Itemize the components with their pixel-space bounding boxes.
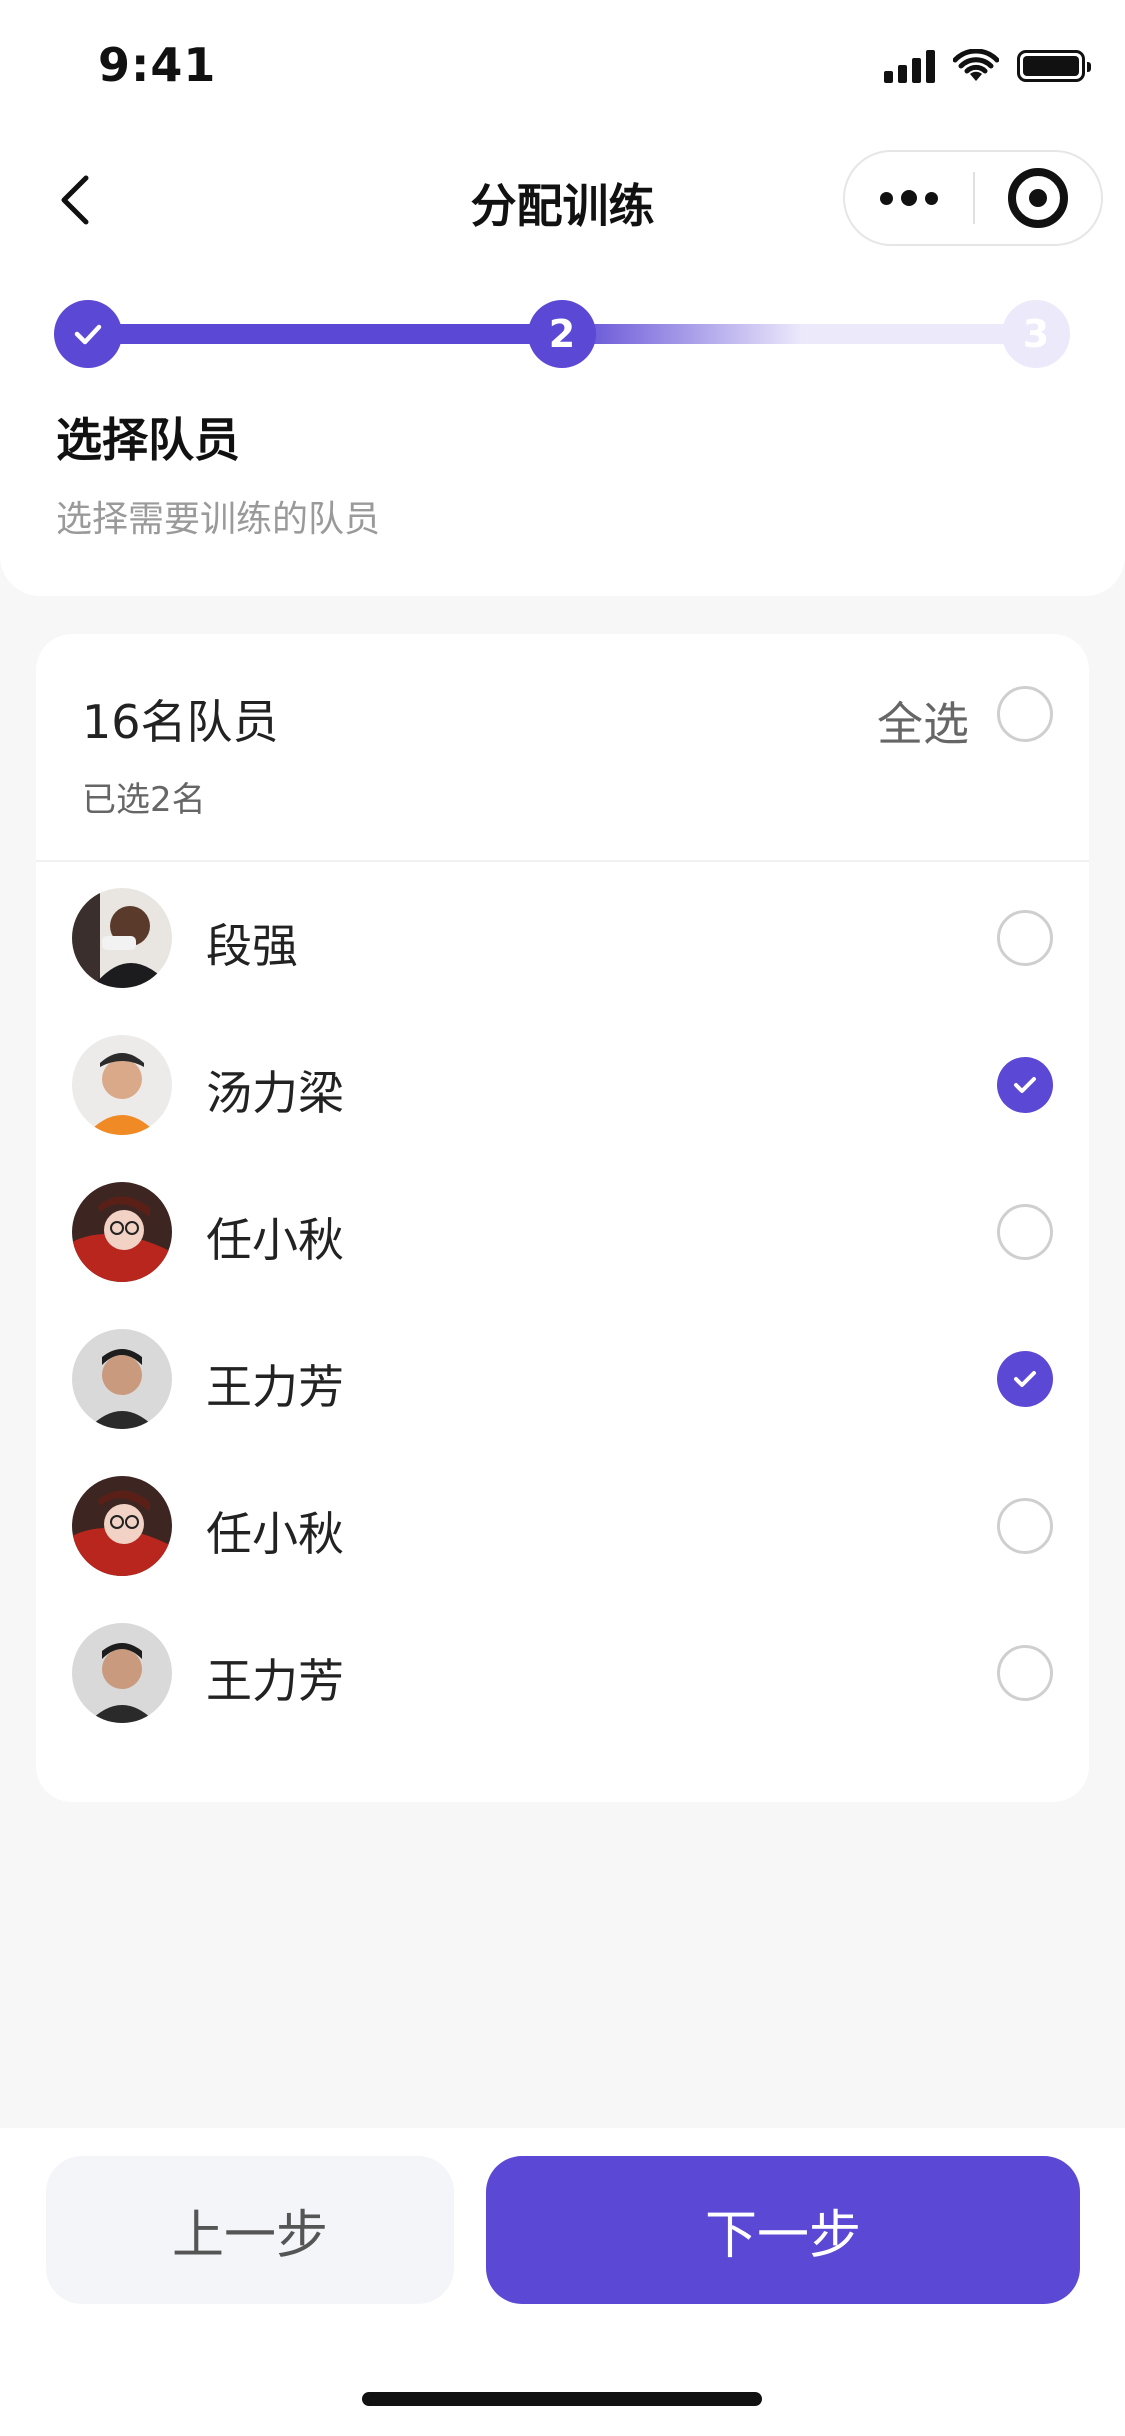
section-title: 选择队员 xyxy=(56,413,240,467)
step-2-current: 2 xyxy=(528,300,596,368)
team-count: 16名队员 xyxy=(82,695,279,749)
next-step-button[interactable]: 下一步 xyxy=(486,2156,1080,2304)
step-track-fill xyxy=(88,324,562,344)
member-row[interactable]: 任小秋 xyxy=(36,1450,1089,1597)
member-name: 任小秋 xyxy=(206,1507,344,1561)
step-track-gradient xyxy=(562,324,802,344)
wifi-icon xyxy=(953,49,999,81)
member-card: 16名队员 已选2名 全选 段强 汤力梁 任小秋 王力芳 任小秋 王力芳 xyxy=(36,634,1089,1802)
member-checkbox[interactable] xyxy=(997,1351,1053,1407)
avatar xyxy=(72,1035,172,1135)
member-list: 段强 汤力梁 任小秋 王力芳 任小秋 王力芳 xyxy=(36,862,1089,1744)
cellular-signal-icon xyxy=(884,49,935,83)
member-checkbox[interactable] xyxy=(997,1645,1053,1701)
member-row[interactable]: 汤力梁 xyxy=(36,1009,1089,1156)
check-icon xyxy=(74,324,102,345)
mini-program-capsule xyxy=(843,150,1103,246)
check-icon xyxy=(1014,1371,1036,1387)
avatar xyxy=(72,1329,172,1429)
member-name: 汤力梁 xyxy=(206,1066,344,1120)
member-name: 段强 xyxy=(206,919,298,973)
header-panel: 9:41 分配训练 2 3 选择队员 选择需要训练的队员 xyxy=(0,0,1125,596)
previous-step-button[interactable]: 上一步 xyxy=(46,2156,454,2304)
selected-count: 已选2名 xyxy=(82,780,206,820)
select-all-checkbox[interactable] xyxy=(997,686,1053,742)
member-name: 王力芳 xyxy=(206,1360,344,1414)
footer-action-bar: 上一步 下一步 xyxy=(0,2128,1125,2436)
member-checkbox[interactable] xyxy=(997,1498,1053,1554)
card-header: 16名队员 已选2名 全选 xyxy=(36,634,1089,862)
nav-bar: 分配训练 xyxy=(0,132,1125,268)
step-3-pending: 3 xyxy=(1002,300,1070,368)
section-subtitle: 选择需要训练的队员 xyxy=(56,499,381,540)
close-target-icon[interactable] xyxy=(975,152,1101,244)
avatar xyxy=(72,1476,172,1576)
member-row[interactable]: 任小秋 xyxy=(36,1156,1089,1303)
progress-stepper: 2 3 xyxy=(0,296,1125,372)
step-1-done xyxy=(54,300,122,368)
home-indicator xyxy=(362,2392,762,2406)
member-checkbox[interactable] xyxy=(997,1204,1053,1260)
select-all-label[interactable]: 全选 xyxy=(877,688,969,754)
member-row[interactable]: 王力芳 xyxy=(36,1303,1089,1450)
status-time: 9:41 xyxy=(98,38,217,92)
status-bar: 9:41 xyxy=(0,0,1125,132)
member-checkbox[interactable] xyxy=(997,1057,1053,1113)
member-checkbox[interactable] xyxy=(997,910,1053,966)
check-icon xyxy=(1014,1077,1036,1093)
battery-icon xyxy=(1017,50,1091,82)
avatar xyxy=(72,1182,172,1282)
more-menu-icon[interactable] xyxy=(845,152,973,244)
avatar xyxy=(72,888,172,988)
member-name: 任小秋 xyxy=(206,1213,344,1267)
member-name: 王力芳 xyxy=(206,1654,344,1708)
avatar xyxy=(72,1623,172,1723)
member-row[interactable]: 王力芳 xyxy=(36,1597,1089,1744)
status-icons xyxy=(884,46,1091,86)
member-row[interactable]: 段强 xyxy=(36,862,1089,1009)
